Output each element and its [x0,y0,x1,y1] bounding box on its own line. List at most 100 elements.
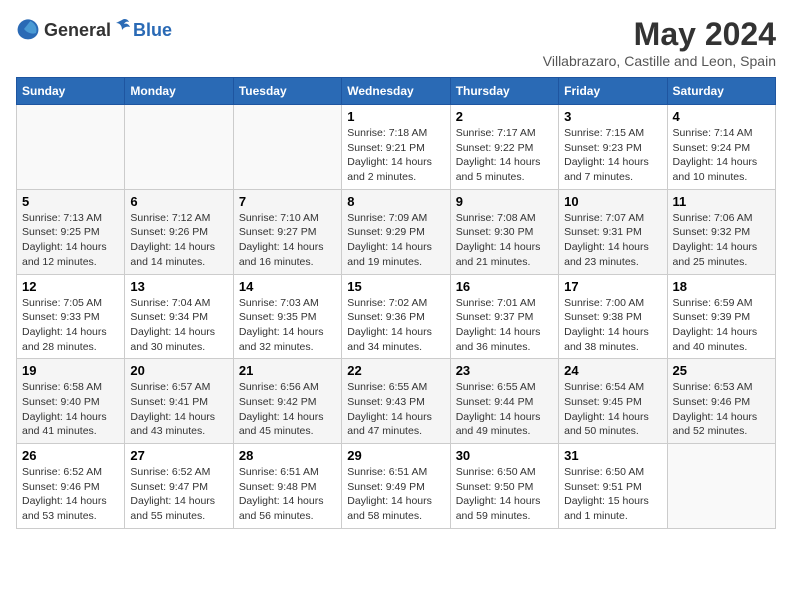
header-row: SundayMondayTuesdayWednesdayThursdayFrid… [17,78,776,105]
day-info: Sunrise: 7:02 AM Sunset: 9:36 PM Dayligh… [347,296,444,355]
logo-general: General [44,20,111,41]
day-cell [233,105,341,190]
day-cell [667,444,775,529]
day-number: 26 [22,448,119,463]
day-info: Sunrise: 7:10 AM Sunset: 9:27 PM Dayligh… [239,211,336,270]
day-number: 2 [456,109,553,124]
day-cell: 13 Sunrise: 7:04 AM Sunset: 9:34 PM Dayli… [125,274,233,359]
day-number: 11 [673,194,770,209]
day-cell: 19 Sunrise: 6:58 AM Sunset: 9:40 PM Dayli… [17,359,125,444]
day-number: 27 [130,448,227,463]
day-info: Sunrise: 7:03 AM Sunset: 9:35 PM Dayligh… [239,296,336,355]
day-number: 25 [673,363,770,378]
day-cell: 10 Sunrise: 7:07 AM Sunset: 9:31 PM Dayli… [559,189,667,274]
day-cell: 12 Sunrise: 7:05 AM Sunset: 9:33 PM Dayli… [17,274,125,359]
day-cell: 26 Sunrise: 6:52 AM Sunset: 9:46 PM Dayli… [17,444,125,529]
day-info: Sunrise: 6:56 AM Sunset: 9:42 PM Dayligh… [239,380,336,439]
day-number: 9 [456,194,553,209]
day-info: Sunrise: 7:06 AM Sunset: 9:32 PM Dayligh… [673,211,770,270]
header: General Blue May 2024 Villabrazaro, Cast… [16,16,776,69]
day-info: Sunrise: 6:50 AM Sunset: 9:50 PM Dayligh… [456,465,553,524]
day-info: Sunrise: 6:51 AM Sunset: 9:49 PM Dayligh… [347,465,444,524]
day-info: Sunrise: 7:00 AM Sunset: 9:38 PM Dayligh… [564,296,661,355]
day-info: Sunrise: 7:05 AM Sunset: 9:33 PM Dayligh… [22,296,119,355]
day-header-saturday: Saturday [667,78,775,105]
week-row-2: 5Sunrise: 7:13 AM Sunset: 9:25 PM Daylig… [17,189,776,274]
day-cell [125,105,233,190]
day-number: 24 [564,363,661,378]
day-cell: 29 Sunrise: 6:51 AM Sunset: 9:49 PM Dayli… [342,444,450,529]
day-number: 19 [22,363,119,378]
day-cell: 27 Sunrise: 6:52 AM Sunset: 9:47 PM Dayli… [125,444,233,529]
day-cell: 24 Sunrise: 6:54 AM Sunset: 9:45 PM Dayli… [559,359,667,444]
day-info: Sunrise: 7:08 AM Sunset: 9:30 PM Dayligh… [456,211,553,270]
week-row-5: 26 Sunrise: 6:52 AM Sunset: 9:46 PM Dayli… [17,444,776,529]
day-cell: 3 Sunrise: 7:15 AM Sunset: 9:23 PM Daylig… [559,105,667,190]
day-number: 3 [564,109,661,124]
day-cell: 30 Sunrise: 6:50 AM Sunset: 9:50 PM Dayli… [450,444,558,529]
day-number: 17 [564,279,661,294]
day-number: 10 [564,194,661,209]
day-cell: 17 Sunrise: 7:00 AM Sunset: 9:38 PM Dayli… [559,274,667,359]
day-number: 8 [347,194,444,209]
day-number: 15 [347,279,444,294]
day-header-sunday: Sunday [17,78,125,105]
day-number: 5 [22,194,119,209]
day-number: 7 [239,194,336,209]
day-number: 16 [456,279,553,294]
day-number: 4 [673,109,770,124]
logo: General Blue [16,16,172,41]
day-info: Sunrise: 6:52 AM Sunset: 9:47 PM Dayligh… [130,465,227,524]
main-title: May 2024 [543,16,776,53]
day-info: Sunrise: 6:53 AM Sunset: 9:46 PM Dayligh… [673,380,770,439]
day-info: Sunrise: 6:57 AM Sunset: 9:41 PM Dayligh… [130,380,227,439]
day-cell: 1 Sunrise: 7:18 AM Sunset: 9:21 PM Daylig… [342,105,450,190]
day-header-monday: Monday [125,78,233,105]
day-number: 18 [673,279,770,294]
day-number: 12 [22,279,119,294]
day-cell: 18 Sunrise: 6:59 AM Sunset: 9:39 PM Dayli… [667,274,775,359]
day-number: 13 [130,279,227,294]
day-info: Sunrise: 7:01 AM Sunset: 9:37 PM Dayligh… [456,296,553,355]
subtitle: Villabrazaro, Castille and Leon, Spain [543,53,776,69]
logo-blue: Blue [133,20,172,41]
day-number: 28 [239,448,336,463]
day-info: Sunrise: 6:51 AM Sunset: 9:48 PM Dayligh… [239,465,336,524]
week-row-4: 19 Sunrise: 6:58 AM Sunset: 9:40 PM Dayli… [17,359,776,444]
week-row-3: 12 Sunrise: 7:05 AM Sunset: 9:33 PM Dayli… [17,274,776,359]
day-cell: 4 Sunrise: 7:14 AM Sunset: 9:24 PM Daylig… [667,105,775,190]
logo-icon [16,17,40,41]
day-cell: 23Sunrise: 6:55 AM Sunset: 9:44 PM Dayli… [450,359,558,444]
day-cell: 28 Sunrise: 6:51 AM Sunset: 9:48 PM Dayli… [233,444,341,529]
day-info: Sunrise: 6:50 AM Sunset: 9:51 PM Dayligh… [564,465,661,524]
day-info: Sunrise: 6:59 AM Sunset: 9:39 PM Dayligh… [673,296,770,355]
day-header-friday: Friday [559,78,667,105]
day-info: Sunrise: 6:55 AM Sunset: 9:43 PM Dayligh… [347,380,444,439]
day-cell: 11 Sunrise: 7:06 AM Sunset: 9:32 PM Dayli… [667,189,775,274]
day-number: 1 [347,109,444,124]
day-info: Sunrise: 7:14 AM Sunset: 9:24 PM Dayligh… [673,126,770,185]
day-number: 21 [239,363,336,378]
day-cell: 9 Sunrise: 7:08 AM Sunset: 9:30 PM Daylig… [450,189,558,274]
day-header-wednesday: Wednesday [342,78,450,105]
day-cell: 2Sunrise: 7:17 AM Sunset: 9:22 PM Daylig… [450,105,558,190]
day-info: Sunrise: 6:54 AM Sunset: 9:45 PM Dayligh… [564,380,661,439]
day-cell: 15 Sunrise: 7:02 AM Sunset: 9:36 PM Dayli… [342,274,450,359]
day-info: Sunrise: 6:58 AM Sunset: 9:40 PM Dayligh… [22,380,119,439]
week-row-1: 1 Sunrise: 7:18 AM Sunset: 9:21 PM Daylig… [17,105,776,190]
day-info: Sunrise: 7:15 AM Sunset: 9:23 PM Dayligh… [564,126,661,185]
day-info: Sunrise: 6:52 AM Sunset: 9:46 PM Dayligh… [22,465,119,524]
day-number: 30 [456,448,553,463]
day-number: 14 [239,279,336,294]
day-cell [17,105,125,190]
day-info: Sunrise: 7:07 AM Sunset: 9:31 PM Dayligh… [564,211,661,270]
day-cell: 21 Sunrise: 6:56 AM Sunset: 9:42 PM Dayli… [233,359,341,444]
day-info: Sunrise: 6:55 AM Sunset: 9:44 PM Dayligh… [456,380,553,439]
day-number: 22 [347,363,444,378]
day-info: Sunrise: 7:12 AM Sunset: 9:26 PM Dayligh… [130,211,227,270]
day-info: Sunrise: 7:18 AM Sunset: 9:21 PM Dayligh… [347,126,444,185]
day-number: 29 [347,448,444,463]
day-header-tuesday: Tuesday [233,78,341,105]
day-cell: 16 Sunrise: 7:01 AM Sunset: 9:37 PM Dayli… [450,274,558,359]
day-info: Sunrise: 7:04 AM Sunset: 9:34 PM Dayligh… [130,296,227,355]
